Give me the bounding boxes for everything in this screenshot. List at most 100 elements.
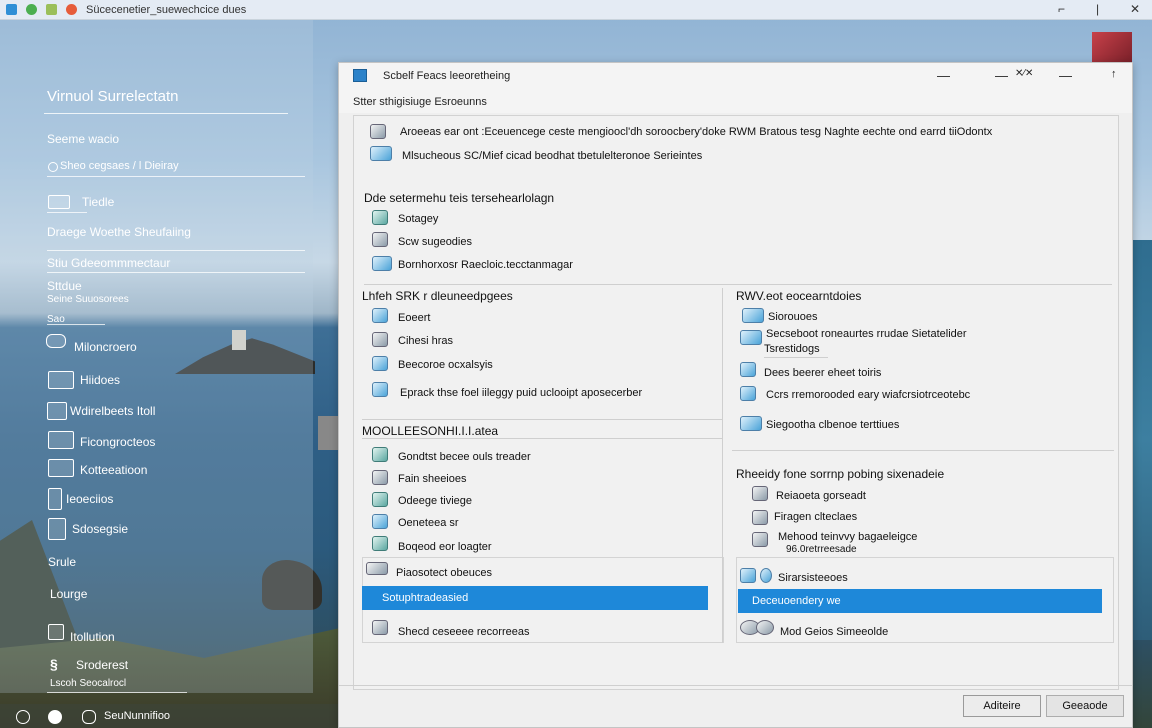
window-subtitle: Stter sthigisiuge Esroeunns bbox=[353, 96, 487, 108]
close-button[interactable]: ↑ bbox=[1111, 68, 1117, 80]
refresh-icon[interactable] bbox=[16, 710, 30, 724]
browser-icon[interactable] bbox=[6, 4, 17, 15]
left-item[interactable]: Hiidoes bbox=[80, 373, 120, 387]
list-item[interactable]: Sotagey bbox=[398, 213, 438, 225]
top-row[interactable]: Mlsucheous SC/Mief cicad beodhat tbetule… bbox=[402, 150, 702, 162]
list-item[interactable]: Scw sugeodies bbox=[398, 236, 472, 248]
list-item[interactable]: Gondtst becee ouls treader bbox=[398, 451, 531, 463]
list-item[interactable]: Eprack thse foel iileggy puid uclooipt a… bbox=[400, 387, 642, 399]
divider bbox=[362, 419, 722, 420]
selected-row-label: Sotuphtradeasied bbox=[382, 592, 469, 604]
left-item[interactable]: Sttdue bbox=[47, 279, 82, 293]
drive-icon bbox=[372, 332, 388, 347]
list-item[interactable]: Tsrestidogs bbox=[764, 343, 820, 355]
list-item[interactable]: Boqeod eor loagter bbox=[398, 541, 492, 553]
left-item[interactable]: Seeme wacio bbox=[47, 132, 119, 146]
list-item[interactable]: Ccrs rremorooded eary wiafcrsiotrceotebc bbox=[766, 389, 970, 401]
left-item[interactable]: Wdirelbeets Itoll bbox=[48, 404, 155, 418]
box-icon bbox=[372, 514, 388, 529]
circle-icon[interactable] bbox=[48, 710, 62, 724]
settings-icon bbox=[740, 568, 756, 583]
list-item[interactable]: Odeege tiviege bbox=[398, 495, 472, 507]
selected-row[interactable]: Sotuphtradeasied bbox=[362, 586, 708, 610]
taskbar-close[interactable]: ✕ bbox=[1130, 2, 1140, 16]
folder-icon bbox=[372, 256, 392, 271]
restore-button[interactable]: — bbox=[995, 68, 1008, 83]
folder-icon bbox=[742, 308, 764, 323]
list-item[interactable]: Dees beerer eheet toiris bbox=[764, 367, 881, 379]
settings-icon bbox=[48, 624, 64, 640]
left-item[interactable]: Lourge bbox=[50, 587, 87, 601]
sea-edge bbox=[1133, 240, 1152, 640]
leaf-icon[interactable] bbox=[46, 4, 57, 15]
chat-icon bbox=[46, 334, 66, 348]
cancel-button[interactable]: Geeaode bbox=[1046, 695, 1124, 717]
left-item[interactable]: Kotteeatioon bbox=[80, 463, 147, 477]
left-item[interactable]: Tiedle bbox=[82, 195, 114, 209]
list-item[interactable]: Fain sheeioes bbox=[398, 473, 467, 485]
section-header: Lhfeh SRK r dleuneedpgees bbox=[362, 289, 513, 303]
list-item[interactable]: Sirarsisteeoes bbox=[778, 572, 848, 584]
minimize-button[interactable]: — bbox=[937, 68, 950, 83]
left-item[interactable]: Sroderest bbox=[76, 658, 128, 672]
left-item[interactable]: Sheo cegsaes / l Dieiray bbox=[60, 160, 179, 172]
left-item[interactable]: Itollution bbox=[70, 630, 115, 644]
bottom-bar-label: SeuNunnifioo bbox=[104, 710, 171, 722]
disk-icon bbox=[372, 620, 388, 635]
left-item[interactable]: Seine Suuosorees bbox=[47, 294, 129, 305]
monitor-icon bbox=[48, 431, 74, 449]
left-item[interactable]: Ieoeciios bbox=[66, 492, 113, 506]
list-item[interactable]: Reiaoeta gorseadt bbox=[776, 490, 866, 502]
section-header: RWV.eot eocearntdoies bbox=[736, 289, 862, 303]
list-item[interactable]: Siegootha clbenoe terttiues bbox=[766, 419, 899, 431]
content-pane: Aroeeas ear ont :Eceuencege ceste mengio… bbox=[353, 115, 1119, 690]
divider bbox=[364, 284, 1112, 285]
left-panel-title: Virnuol Surrelectatn bbox=[47, 88, 179, 105]
left-item[interactable]: Sdosegsie bbox=[72, 522, 128, 536]
item-note: 96.0retrreesade bbox=[786, 544, 857, 555]
selected-row[interactable]: Deceuoendery we bbox=[738, 589, 1102, 613]
s-icon: § bbox=[50, 656, 58, 672]
top-row[interactable]: Aroeeas ear ont :Eceuencege ceste mengio… bbox=[400, 126, 992, 138]
list-item[interactable]: Eoeert bbox=[398, 312, 430, 324]
folder-icon bbox=[370, 146, 392, 161]
left-item[interactable]: Miloncroero bbox=[74, 340, 137, 354]
radio-icon[interactable] bbox=[48, 162, 58, 172]
left-item[interactable]: Stiu Gdeeommmectaur bbox=[47, 256, 170, 270]
list-item[interactable]: Siorouoes bbox=[768, 311, 818, 323]
list-item[interactable]: Secseboot roneaurtes rrudae Sietatelider bbox=[766, 328, 967, 340]
scrollbar-thumb[interactable] bbox=[318, 416, 338, 450]
list-item[interactable]: Mod Geios Simeeolde bbox=[780, 626, 888, 638]
app-window-icon bbox=[353, 69, 367, 82]
taskbar-control-2[interactable]: | bbox=[1096, 2, 1099, 16]
list-item[interactable]: Firagen clteclaes bbox=[774, 511, 857, 523]
disk-icon bbox=[372, 356, 388, 371]
list-item[interactable]: Shecd ceseeee recorreeas bbox=[398, 626, 529, 638]
window-control[interactable]: — bbox=[1059, 68, 1072, 83]
g-icon[interactable] bbox=[66, 4, 77, 15]
taskbar-control-1[interactable]: ⌐ bbox=[1058, 2, 1065, 16]
list-item[interactable]: Oeneteea sr bbox=[398, 517, 459, 529]
left-item[interactable]: Lscoh Seocalrocl bbox=[50, 678, 126, 689]
display-icon bbox=[48, 459, 74, 477]
divider bbox=[44, 113, 288, 114]
window-control[interactable]: ✕⁄✕ bbox=[1015, 68, 1033, 79]
list-item[interactable]: Piaosotect obeuces bbox=[396, 567, 492, 579]
list-item[interactable]: Cihesi hras bbox=[398, 335, 453, 347]
window-titlebar: Scbelf Feacs leeoretheing Stter sthigisi… bbox=[339, 63, 1132, 113]
left-item[interactable]: Srule bbox=[48, 555, 76, 569]
drive-icon bbox=[372, 232, 388, 247]
shield-icon[interactable] bbox=[82, 710, 96, 724]
left-panel bbox=[0, 20, 313, 693]
apply-button[interactable]: Aditeire bbox=[963, 695, 1041, 717]
app-icon[interactable] bbox=[26, 4, 37, 15]
mail-icon bbox=[740, 386, 756, 401]
left-item[interactable]: Draege Woethe Sheufaiing bbox=[47, 225, 191, 239]
list-item[interactable]: Bornhorxosr Raecloic.tecctanmagar bbox=[398, 259, 573, 271]
divider bbox=[339, 685, 1132, 686]
list-item[interactable]: Beecoroe ocxalsyis bbox=[398, 359, 493, 371]
list-item[interactable]: Mehood teinvvy bagaeleigce bbox=[778, 531, 917, 543]
left-item[interactable]: Ficongrocteos bbox=[80, 435, 155, 449]
drive-icon bbox=[752, 486, 768, 501]
info-icon bbox=[370, 124, 386, 139]
